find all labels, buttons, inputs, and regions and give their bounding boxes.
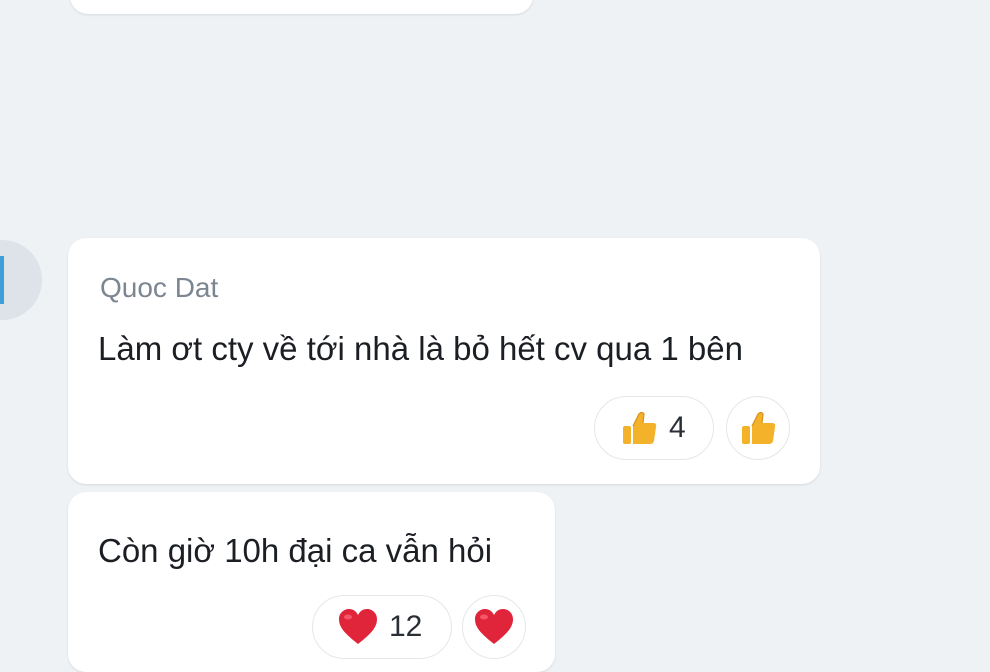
thumbs-up-icon xyxy=(619,408,659,448)
sender-name: Quoc Dat xyxy=(100,272,219,303)
previous-message-bubble xyxy=(70,0,533,14)
reaction-count: 12 xyxy=(389,610,423,643)
message-text: Còn giờ 10h đại ca vẫn hỏi xyxy=(98,532,493,569)
like-reaction-button[interactable] xyxy=(726,396,790,460)
avatar[interactable] xyxy=(0,240,42,320)
heart-reaction-button[interactable] xyxy=(462,595,526,659)
heart-icon xyxy=(473,607,515,647)
message-text: Làm ơt cty về tới nhà là bỏ hết cv qua 1… xyxy=(98,330,743,367)
heart-icon xyxy=(337,607,379,647)
thumbs-up-icon xyxy=(738,408,778,448)
reaction-count: 4 xyxy=(669,411,686,444)
avatar-accent xyxy=(0,256,4,304)
message-bubble: Còn giờ 10h đại ca vẫn hỏi 12 xyxy=(68,492,555,672)
reaction-summary[interactable]: 4 xyxy=(594,396,714,460)
reaction-summary[interactable]: 12 xyxy=(312,595,452,659)
message-bubble: Quoc Dat Làm ơt cty về tới nhà là bỏ hết… xyxy=(68,238,820,484)
